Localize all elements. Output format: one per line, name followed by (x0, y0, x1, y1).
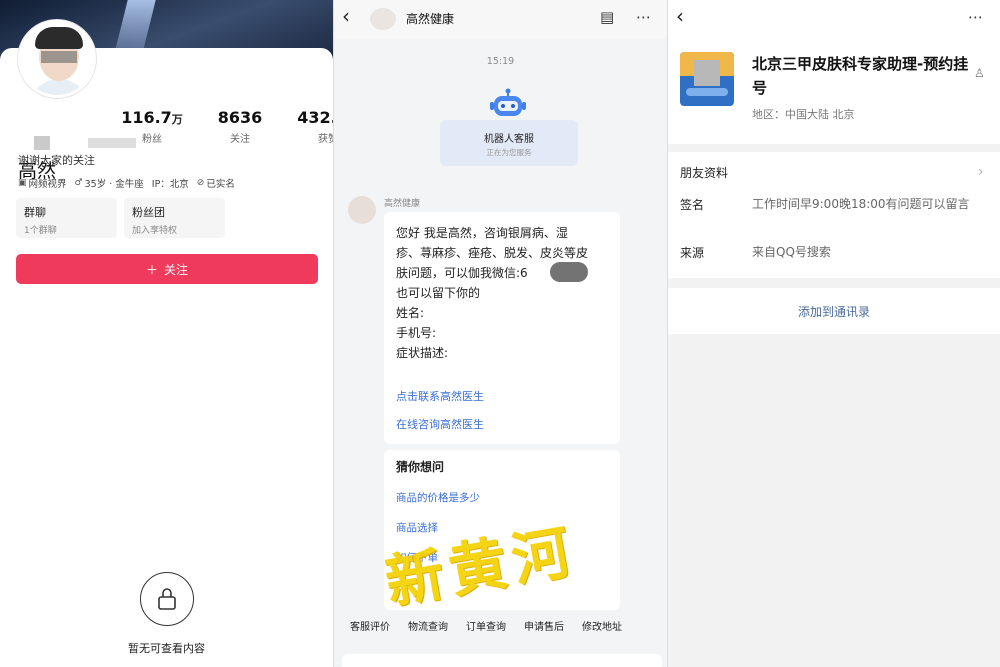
sender-avatar (348, 196, 376, 224)
message-line: 肤问题，可以伽我微信:6 (396, 266, 528, 280)
profile-group-boxes: 群聊 1个群聊 粉丝团 加入享特权 (16, 198, 225, 238)
likes-count: 432.5 (297, 108, 333, 127)
contact-header-card: ‹ ⋯ 北京三甲皮肤科专家助理-预约挂号 ♙ 地区：中国大陆 北京 (668, 0, 1000, 144)
fan-club-title: 粉丝团 (132, 206, 165, 219)
chat-title: 高然健康 (406, 12, 455, 26)
following-count: 8636 (217, 108, 263, 127)
stat-likes[interactable]: 432.5万 获赞 (284, 108, 333, 145)
contact-region: 地区：中国大陆 北京 (752, 108, 855, 121)
following-label: 关注 (230, 134, 250, 145)
tag-verified: ⊘ 已实名 (197, 176, 235, 190)
redacted-id (34, 136, 50, 150)
back-icon[interactable]: ‹ (342, 4, 350, 28)
fan-club-sub: 加入享特权 (132, 226, 178, 236)
person-icon: ♙ (974, 66, 985, 80)
group-chat-sub: 1个群聊 (24, 226, 57, 236)
group-chat-title: 群聊 (24, 206, 46, 219)
add-contact-button[interactable]: 添加到通讯录 (668, 288, 1000, 334)
quick-aftersale-button[interactable]: 申请售后 (524, 618, 564, 638)
message-bubble: 您好 我是高然，咨询银屑病、湿 疹、荨麻疹、痤疮、脱发、皮炎等皮 肤问题，可以伽… (384, 212, 620, 444)
robot-subtitle: 正在为您服务 (486, 148, 532, 157)
quick-logistics-button[interactable]: 物流查询 (408, 618, 448, 638)
empty-content-text: 暂无可查看内容 (128, 642, 205, 655)
store-icon[interactable]: ▤ (600, 8, 614, 26)
video-icon: ▣ (18, 178, 27, 188)
logo-wave (686, 88, 728, 96)
chat-header: ‹ 高然健康 ▤ ⋯ (334, 0, 667, 38)
tag-verified-label: 已实名 (206, 179, 235, 190)
chat-panel: ‹ 高然健康 ▤ ⋯ 15:19 机器人客服 正在为您服务 高然健康 您好 我是… (334, 0, 667, 667)
profile-panel: 116.7万 粉丝 8636 关注 432.5万 获赞 高然 谢谢大家的关注 ▣… (0, 0, 333, 667)
chat-timestamp: 15:19 (486, 56, 515, 67)
tag-channel-label: 网频视界 (28, 179, 67, 190)
robot-service-card: 机器人客服 正在为您服务 (440, 120, 578, 166)
fan-club-button[interactable]: 粉丝团 加入享特权 (124, 198, 225, 238)
message-line: 症状描述: (396, 346, 449, 360)
contact-doctor-link[interactable]: 点击联系高然医生 (396, 388, 484, 404)
logo-redacted (694, 60, 720, 86)
guess-title: 猜你想问 (396, 460, 445, 474)
plus-icon: ＋ (145, 262, 158, 277)
profile-bio: 谢谢大家的关注 (18, 154, 95, 167)
follow-button[interactable]: ＋ 关注 (16, 254, 318, 284)
back-icon[interactable]: ‹ (676, 4, 684, 28)
contact-info-card: 朋友资料 › 签名 工作时间早9:00晚18:00有问题可以留言 来源 来自QQ… (668, 152, 1000, 278)
likes-label: 获赞 (318, 134, 333, 145)
signature-label: 签名 (680, 198, 705, 212)
contact-name: 北京三甲皮肤科专家助理-预约挂号 (752, 55, 969, 97)
guess-item-price[interactable]: 商品的价格是多少 (396, 490, 480, 505)
signature-value: 工作时间早9:00晚18:00有问题可以留言 (752, 197, 970, 211)
redacted-wechat (550, 262, 588, 282)
fans-count: 116.7 (121, 108, 172, 127)
stat-following[interactable]: 8636 关注 (196, 108, 284, 145)
consult-doctor-link[interactable]: 在线咨询高然医生 (396, 416, 484, 432)
tag-age: ♂ 35岁 · 金牛座 (75, 176, 144, 190)
tag-ip: IP：北京 (152, 176, 189, 190)
redacted-id-2 (88, 138, 136, 148)
contact-panel: ‹ ⋯ 北京三甲皮肤科专家助理-预约挂号 ♙ 地区：中国大陆 北京 朋友资料 ›… (668, 0, 1000, 667)
lock-icon (140, 572, 194, 626)
message-line: 也可以留下你的 (396, 286, 481, 300)
follow-label: 关注 (164, 262, 189, 277)
shield-check-icon: ⊘ (196, 178, 205, 188)
group-chat-button[interactable]: 群聊 1个群聊 (16, 198, 117, 238)
fans-unit: 万 (171, 113, 183, 126)
quick-address-button[interactable]: 修改地址 (582, 618, 622, 638)
quick-review-button[interactable]: 客服评价 (350, 618, 390, 638)
quick-order-button[interactable]: 订单查询 (466, 618, 506, 638)
profile-stats: 116.7万 粉丝 8636 关注 432.5万 获赞 (108, 108, 333, 145)
input-bar[interactable] (342, 654, 662, 667)
message-line: 手机号: (396, 326, 437, 340)
contact-avatar (680, 52, 734, 106)
robot-title: 机器人客服 (484, 134, 534, 145)
more-icon[interactable]: ⋯ (968, 8, 983, 26)
quick-action-bar: 客服评价 物流查询 订单查询 申请售后 修改地址 (350, 618, 667, 638)
friend-info-row[interactable]: 朋友资料 (680, 164, 728, 181)
chat-avatar (370, 8, 396, 30)
avatar-blur (41, 51, 77, 63)
avatar[interactable] (18, 20, 96, 98)
message-line: 疹、荨麻疹、痤疮、脱发、皮炎等皮 (396, 246, 589, 260)
male-icon: ♂ (74, 178, 83, 188)
robot-icon (490, 88, 526, 116)
message-line: 姓名: (396, 306, 425, 320)
avatar-hair (35, 27, 83, 49)
source-label: 来源 (680, 246, 705, 260)
chevron-right-icon: › (978, 164, 984, 180)
sender-name: 高然健康 (384, 199, 421, 209)
tag-age-label: 35岁 · 金牛座 (84, 179, 144, 190)
tag-ip-label: IP：北京 (151, 179, 189, 190)
profile-tags: ▣ 网频视界 ♂ 35岁 · 金牛座 IP：北京 ⊘ 已实名 (18, 176, 235, 190)
profile-card: 116.7万 粉丝 8636 关注 432.5万 获赞 高然 谢谢大家的关注 ▣… (0, 48, 333, 667)
message-line: 您好 我是高然，咨询银屑病、湿 (396, 226, 568, 240)
tag-channel: ▣ 网频视界 (18, 176, 67, 190)
more-icon[interactable]: ⋯ (636, 8, 651, 26)
source-value: 来自QQ号搜索 (752, 245, 831, 259)
